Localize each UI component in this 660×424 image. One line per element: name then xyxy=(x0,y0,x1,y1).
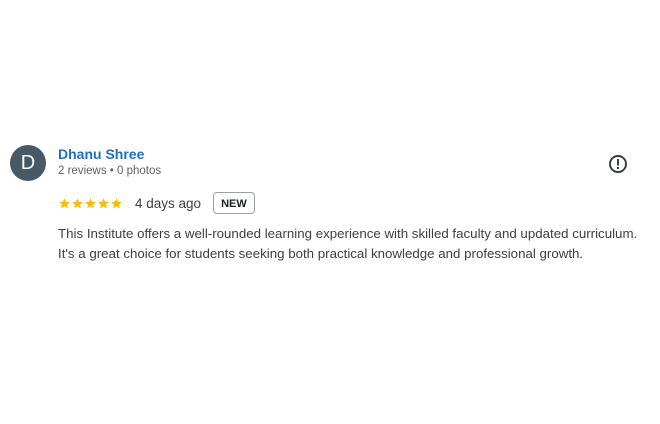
star-icon xyxy=(111,197,122,208)
new-badge: NEW xyxy=(213,192,255,214)
author-meta: 2 reviews • 0 photos xyxy=(58,165,162,177)
avatar[interactable]: D xyxy=(10,145,46,181)
report-button[interactable] xyxy=(608,154,628,174)
rating-row: 4 days ago NEW xyxy=(58,191,255,215)
review-date: 4 days ago xyxy=(135,195,202,211)
author-name-link[interactable]: Dhanu Shree xyxy=(58,146,144,162)
star-rating xyxy=(58,197,123,210)
star-icon xyxy=(59,197,70,208)
star-icon xyxy=(98,197,109,208)
star-icon xyxy=(72,197,83,208)
exclamation-circle-icon xyxy=(609,155,627,173)
star-icon xyxy=(85,197,96,208)
review-text: This Institute offers a well-rounded lea… xyxy=(58,226,638,261)
